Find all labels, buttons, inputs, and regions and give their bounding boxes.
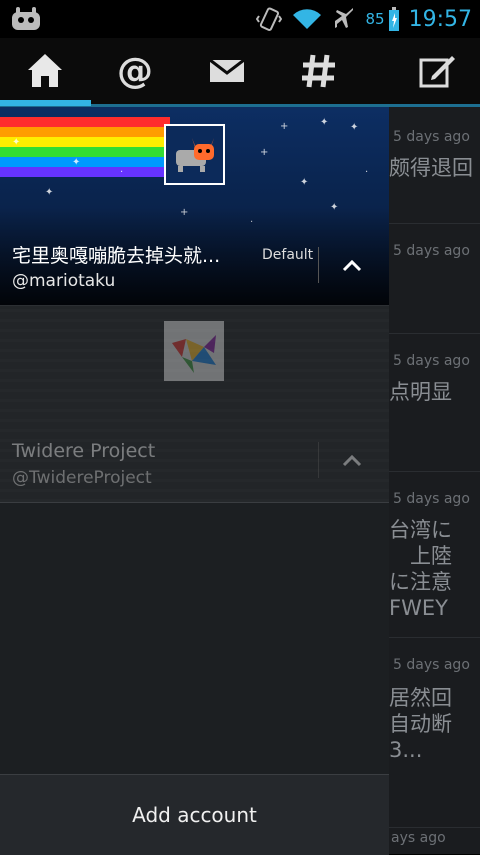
tweet-text: 点明显 — [389, 380, 452, 404]
airplane-icon — [334, 8, 353, 28]
tweet-time: 5 days ago — [393, 491, 470, 507]
timeline-item[interactable]: 5 days ago 台湾に 上陸 に注意 FWEY — [385, 471, 480, 638]
timeline-item[interactable]: 5 days ago 居然回 自动断 3... — [385, 637, 480, 828]
tweet-text: 颇得退回 — [389, 156, 473, 180]
tweet-text: 台湾に — [389, 518, 452, 542]
account-handle: @TwidereProject — [12, 468, 152, 488]
timeline-item[interactable]: 5 days ago 颇得退回 — [385, 107, 480, 224]
account-item[interactable]: Twidere Project @TwidereProject — [0, 305, 389, 503]
twidere-bird-icon — [172, 335, 216, 373]
cyanogenmod-icon — [12, 7, 40, 30]
tweet-text: 自动断 — [389, 712, 452, 736]
tweet-time: 5 days ago — [393, 353, 470, 369]
wifi-icon — [292, 9, 321, 30]
avatar[interactable] — [164, 321, 224, 381]
default-badge: Default — [262, 247, 314, 263]
timeline-list[interactable]: 5 days ago 颇得退回 5 days ago 5 days ago 点明… — [385, 107, 480, 854]
tweet-time: 5 days ago — [393, 129, 470, 145]
svg-text:@: @ — [117, 51, 153, 91]
status-bar: 85 19:57 — [0, 0, 480, 38]
timeline-item[interactable]: 5 days ago — [385, 223, 480, 334]
compose-button[interactable] — [392, 38, 480, 104]
tab-messages[interactable] — [182, 38, 272, 104]
tweet-time: 5 days ago — [393, 657, 470, 673]
tweet-text: FWEY — [389, 596, 448, 620]
tweet-text: 上陸 — [389, 544, 452, 568]
chevron-up-icon — [342, 454, 362, 467]
timeline-item[interactable]: ays ago — [385, 827, 480, 854]
clock: 19:57 — [408, 6, 472, 32]
expand-button[interactable] — [330, 442, 374, 478]
avatar[interactable] — [164, 124, 225, 185]
home-icon — [28, 54, 62, 87]
timeline-item[interactable]: 5 days ago 点明显 — [385, 333, 480, 472]
add-account-button[interactable]: Add account — [0, 774, 389, 855]
add-account-label: Add account — [132, 803, 257, 827]
battery-icon — [388, 7, 399, 31]
account-name: Twidere Project — [12, 440, 156, 462]
mention-icon: @ — [117, 51, 153, 91]
compose-icon — [419, 56, 455, 88]
tweet-text: 3... — [389, 738, 423, 762]
tab-selected-indicator — [0, 100, 91, 106]
battery-level: 85 — [365, 10, 385, 28]
account-name: 宅里奥嘎嘣脆去掉头就... — [12, 245, 221, 267]
tweet-text: に注意 — [389, 570, 452, 594]
account-handle: @mariotaku — [12, 271, 116, 291]
tab-home[interactable] — [0, 38, 90, 104]
tab-mentions[interactable]: @ — [90, 38, 180, 104]
chevron-up-icon — [342, 259, 362, 272]
vibrate-icon — [255, 7, 282, 31]
account-item[interactable]: ✦ ✦ + + + ✦ ✦ ✦ · · · ✦ ✦ 宅里奥嘎嘣脆去掉头就... … — [0, 107, 389, 305]
tab-bar: @ — [0, 38, 480, 108]
tweet-time: ays ago — [391, 830, 446, 846]
tweet-time: 5 days ago — [393, 243, 470, 259]
accounts-drawer: ✦ ✦ + + + ✦ ✦ ✦ · · · ✦ ✦ 宅里奥嘎嘣脆去掉头就... … — [0, 107, 389, 855]
message-icon — [209, 58, 245, 82]
expand-button[interactable] — [330, 247, 374, 283]
hashtag-icon — [302, 54, 335, 88]
tab-trends[interactable] — [274, 38, 364, 104]
tweet-text: 居然回 — [389, 686, 452, 710]
nyan-cat-avatar-icon — [176, 138, 214, 172]
